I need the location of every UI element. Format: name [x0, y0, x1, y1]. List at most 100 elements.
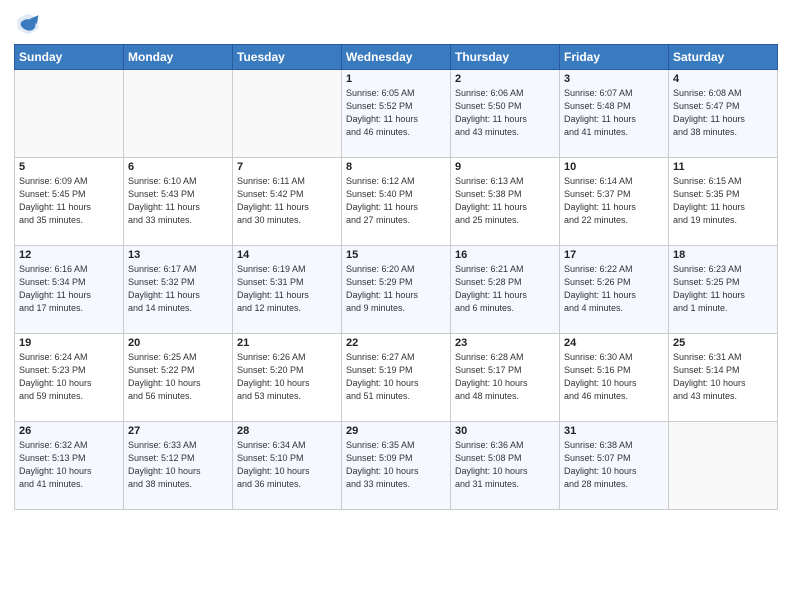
day-info: Sunrise: 6:14 AM Sunset: 5:37 PM Dayligh…: [564, 175, 664, 227]
day-info: Sunrise: 6:10 AM Sunset: 5:43 PM Dayligh…: [128, 175, 228, 227]
day-number: 10: [564, 161, 664, 173]
calendar-cell: 12 Sunrise: 6:16 AM Sunset: 5:34 PM Dayli…: [15, 246, 124, 334]
calendar-cell: 8 Sunrise: 6:12 AM Sunset: 5:40 PM Daylig…: [342, 158, 451, 246]
day-number: 1: [346, 73, 446, 85]
day-info: Sunrise: 6:19 AM Sunset: 5:31 PM Dayligh…: [237, 263, 337, 315]
day-number: 20: [128, 337, 228, 349]
calendar-cell: 18 Sunrise: 6:23 AM Sunset: 5:25 PM Dayli…: [669, 246, 778, 334]
calendar-cell: 17 Sunrise: 6:22 AM Sunset: 5:26 PM Dayli…: [560, 246, 669, 334]
day-number: 19: [19, 337, 119, 349]
day-number: 8: [346, 161, 446, 173]
day-info: Sunrise: 6:17 AM Sunset: 5:32 PM Dayligh…: [128, 263, 228, 315]
calendar-cell: [124, 70, 233, 158]
day-info: Sunrise: 6:21 AM Sunset: 5:28 PM Dayligh…: [455, 263, 555, 315]
day-info: Sunrise: 6:36 AM Sunset: 5:08 PM Dayligh…: [455, 439, 555, 491]
page: SundayMondayTuesdayWednesdayThursdayFrid…: [0, 0, 792, 612]
day-number: 18: [673, 249, 773, 261]
day-number: 11: [673, 161, 773, 173]
day-number: 23: [455, 337, 555, 349]
calendar-cell: 13 Sunrise: 6:17 AM Sunset: 5:32 PM Dayli…: [124, 246, 233, 334]
weekday-sunday: Sunday: [15, 45, 124, 70]
day-number: 30: [455, 425, 555, 437]
calendar-cell: [233, 70, 342, 158]
calendar-cell: 15Sunrise: 6:20 AM Sunset: 5:29 PM Dayli…: [342, 246, 451, 334]
day-info: Sunrise: 6:06 AM Sunset: 5:50 PM Dayligh…: [455, 87, 555, 139]
weekday-monday: Monday: [124, 45, 233, 70]
day-number: 4: [673, 73, 773, 85]
day-number: 6: [128, 161, 228, 173]
week-row-1: 1 Sunrise: 6:05 AM Sunset: 5:52 PM Daylig…: [15, 70, 778, 158]
day-info: Sunrise: 6:23 AM Sunset: 5:25 PM Dayligh…: [673, 263, 773, 315]
calendar-cell: 28Sunrise: 6:34 AM Sunset: 5:10 PM Dayli…: [233, 422, 342, 510]
weekday-header-row: SundayMondayTuesdayWednesdayThursdayFrid…: [15, 45, 778, 70]
logo: [14, 10, 46, 38]
header: [14, 10, 778, 38]
day-info: Sunrise: 6:32 AM Sunset: 5:13 PM Dayligh…: [19, 439, 119, 491]
day-info: Sunrise: 6:22 AM Sunset: 5:26 PM Dayligh…: [564, 263, 664, 315]
calendar-cell: [669, 422, 778, 510]
day-number: 22: [346, 337, 446, 349]
day-info: Sunrise: 6:28 AM Sunset: 5:17 PM Dayligh…: [455, 351, 555, 403]
weekday-tuesday: Tuesday: [233, 45, 342, 70]
day-number: 17: [564, 249, 664, 261]
weekday-thursday: Thursday: [451, 45, 560, 70]
logo-icon: [14, 10, 42, 38]
calendar-cell: 2 Sunrise: 6:06 AM Sunset: 5:50 PM Daylig…: [451, 70, 560, 158]
day-info: Sunrise: 6:15 AM Sunset: 5:35 PM Dayligh…: [673, 175, 773, 227]
calendar-cell: 31 Sunrise: 6:38 AM Sunset: 5:07 PM Dayli…: [560, 422, 669, 510]
calendar-cell: 11 Sunrise: 6:15 AM Sunset: 5:35 PM Dayli…: [669, 158, 778, 246]
day-info: Sunrise: 6:35 AM Sunset: 5:09 PM Dayligh…: [346, 439, 446, 491]
day-number: 28: [237, 425, 337, 437]
day-number: 7: [237, 161, 337, 173]
day-number: 12: [19, 249, 119, 261]
calendar-cell: 21Sunrise: 6:26 AM Sunset: 5:20 PM Dayli…: [233, 334, 342, 422]
day-number: 5: [19, 161, 119, 173]
calendar-cell: [15, 70, 124, 158]
day-info: Sunrise: 6:05 AM Sunset: 5:52 PM Dayligh…: [346, 87, 446, 139]
calendar-cell: 7 Sunrise: 6:11 AM Sunset: 5:42 PM Daylig…: [233, 158, 342, 246]
calendar-cell: 9Sunrise: 6:13 AM Sunset: 5:38 PM Daylig…: [451, 158, 560, 246]
calendar-table: SundayMondayTuesdayWednesdayThursdayFrid…: [14, 44, 778, 510]
calendar-cell: 23 Sunrise: 6:28 AM Sunset: 5:17 PM Dayli…: [451, 334, 560, 422]
day-number: 29: [346, 425, 446, 437]
day-info: Sunrise: 6:30 AM Sunset: 5:16 PM Dayligh…: [564, 351, 664, 403]
day-info: Sunrise: 6:09 AM Sunset: 5:45 PM Dayligh…: [19, 175, 119, 227]
day-number: 16: [455, 249, 555, 261]
week-row-4: 19 Sunrise: 6:24 AM Sunset: 5:23 PM Dayli…: [15, 334, 778, 422]
day-info: Sunrise: 6:27 AM Sunset: 5:19 PM Dayligh…: [346, 351, 446, 403]
day-number: 15: [346, 249, 446, 261]
week-row-2: 5 Sunrise: 6:09 AM Sunset: 5:45 PM Daylig…: [15, 158, 778, 246]
day-info: Sunrise: 6:11 AM Sunset: 5:42 PM Dayligh…: [237, 175, 337, 227]
calendar-cell: 4Sunrise: 6:08 AM Sunset: 5:47 PM Daylig…: [669, 70, 778, 158]
day-info: Sunrise: 6:24 AM Sunset: 5:23 PM Dayligh…: [19, 351, 119, 403]
day-info: Sunrise: 6:12 AM Sunset: 5:40 PM Dayligh…: [346, 175, 446, 227]
calendar-cell: 30 Sunrise: 6:36 AM Sunset: 5:08 PM Dayli…: [451, 422, 560, 510]
day-number: 24: [564, 337, 664, 349]
day-number: 3: [564, 73, 664, 85]
calendar-cell: 14Sunrise: 6:19 AM Sunset: 5:31 PM Dayli…: [233, 246, 342, 334]
calendar-cell: 22 Sunrise: 6:27 AM Sunset: 5:19 PM Dayli…: [342, 334, 451, 422]
calendar-cell: 27Sunrise: 6:33 AM Sunset: 5:12 PM Dayli…: [124, 422, 233, 510]
day-info: Sunrise: 6:31 AM Sunset: 5:14 PM Dayligh…: [673, 351, 773, 403]
weekday-friday: Friday: [560, 45, 669, 70]
day-number: 25: [673, 337, 773, 349]
calendar-cell: 10 Sunrise: 6:14 AM Sunset: 5:37 PM Dayli…: [560, 158, 669, 246]
weekday-wednesday: Wednesday: [342, 45, 451, 70]
day-number: 2: [455, 73, 555, 85]
calendar-cell: 3 Sunrise: 6:07 AM Sunset: 5:48 PM Daylig…: [560, 70, 669, 158]
day-info: Sunrise: 6:38 AM Sunset: 5:07 PM Dayligh…: [564, 439, 664, 491]
day-number: 13: [128, 249, 228, 261]
day-info: Sunrise: 6:16 AM Sunset: 5:34 PM Dayligh…: [19, 263, 119, 315]
day-info: Sunrise: 6:07 AM Sunset: 5:48 PM Dayligh…: [564, 87, 664, 139]
calendar-cell: 1 Sunrise: 6:05 AM Sunset: 5:52 PM Daylig…: [342, 70, 451, 158]
calendar-cell: 5 Sunrise: 6:09 AM Sunset: 5:45 PM Daylig…: [15, 158, 124, 246]
calendar-cell: 24 Sunrise: 6:30 AM Sunset: 5:16 PM Dayli…: [560, 334, 669, 422]
day-number: 26: [19, 425, 119, 437]
day-info: Sunrise: 6:13 AM Sunset: 5:38 PM Dayligh…: [455, 175, 555, 227]
calendar-cell: 19 Sunrise: 6:24 AM Sunset: 5:23 PM Dayli…: [15, 334, 124, 422]
calendar-cell: 29 Sunrise: 6:35 AM Sunset: 5:09 PM Dayli…: [342, 422, 451, 510]
day-number: 27: [128, 425, 228, 437]
day-info: Sunrise: 6:26 AM Sunset: 5:20 PM Dayligh…: [237, 351, 337, 403]
calendar-cell: 20Sunrise: 6:25 AM Sunset: 5:22 PM Dayli…: [124, 334, 233, 422]
day-number: 31: [564, 425, 664, 437]
